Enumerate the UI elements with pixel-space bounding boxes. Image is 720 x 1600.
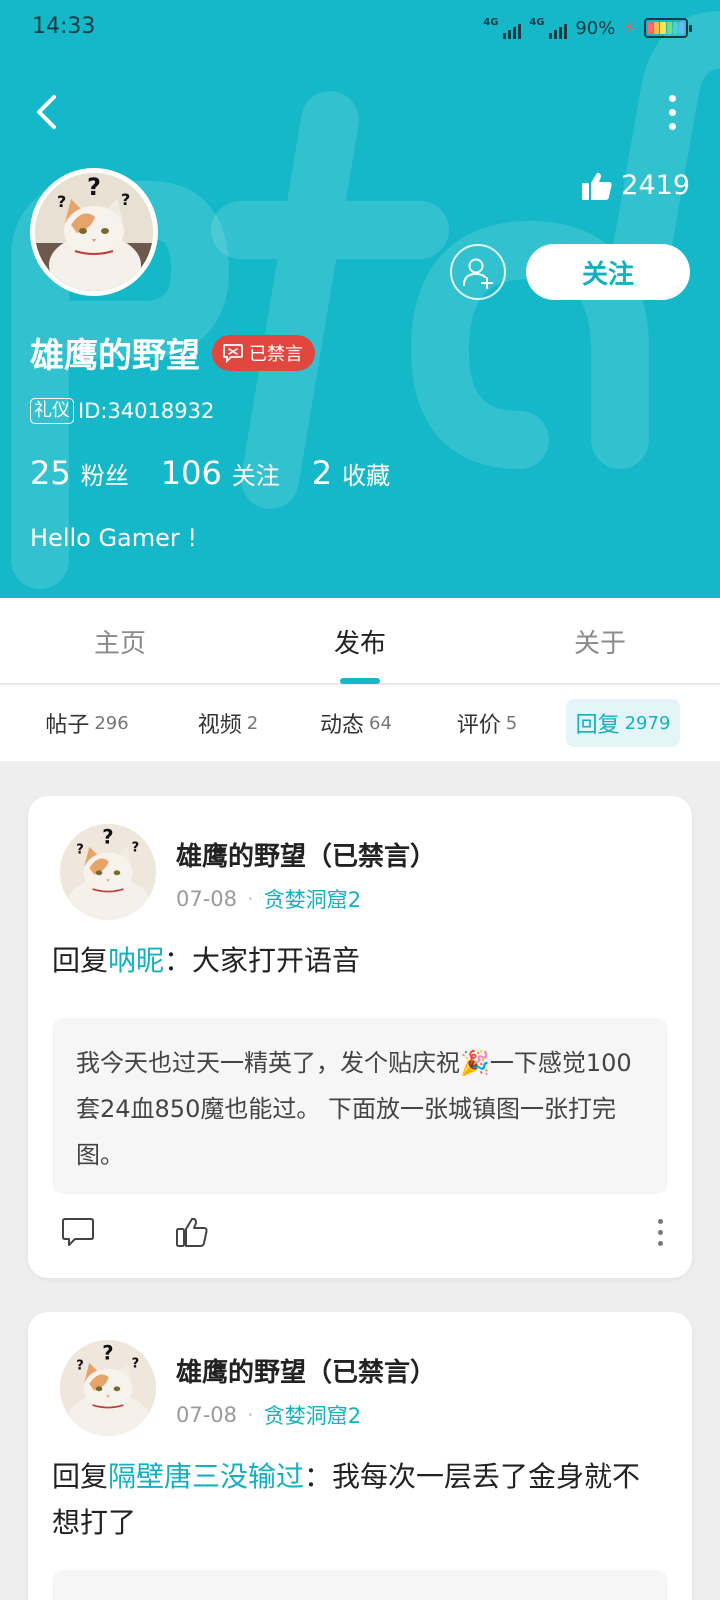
follow-button[interactable]: 关注	[526, 244, 690, 300]
signal-icon: 4G	[529, 17, 568, 39]
reply-text: 回复隔壁唐三没输过：我每次一层丢了金身就不想打了	[52, 1460, 641, 1539]
stat-following[interactable]: 106 关注	[161, 454, 280, 492]
avatar[interactable]: ? ? ?	[60, 1340, 156, 1436]
stat-favorites[interactable]: 2 收藏	[312, 454, 390, 492]
svg-text:?: ?	[132, 841, 140, 856]
quoted-post[interactable]	[52, 1570, 668, 1600]
comment-icon	[62, 1218, 94, 1246]
back-button[interactable]	[26, 88, 66, 136]
status-time: 14:33	[32, 14, 96, 39]
meta-separator: ·	[247, 887, 254, 911]
charging-icon: ⚡	[623, 17, 636, 39]
post-meta: 07-08 · 贪婪洞窟2	[176, 1400, 361, 1430]
battery-percent: 90%	[575, 17, 616, 39]
card-actions	[28, 1204, 692, 1260]
stat-fans[interactable]: 25 粉丝	[30, 454, 129, 492]
svg-text:?: ?	[121, 190, 130, 209]
likes-counter: 2419	[581, 170, 690, 201]
add-user-icon	[463, 258, 493, 289]
post-meta: 07-08 · 贪婪洞窟2	[176, 884, 361, 914]
main-tabs: 主页 发布 关于	[0, 598, 720, 684]
like-button[interactable]	[172, 1212, 212, 1252]
post-date: 07-08	[176, 887, 238, 911]
subtab-videos[interactable]: 视频 2	[178, 699, 278, 747]
cat-avatar-icon: ? ? ?	[60, 1340, 156, 1436]
reply-text: 回复呐昵：大家打开语音	[52, 944, 361, 977]
battery-icon	[644, 18, 692, 38]
muted-icon	[223, 343, 243, 363]
tab-home[interactable]: 主页	[40, 598, 200, 684]
comment-button[interactable]	[58, 1212, 98, 1252]
avatar[interactable]: ? ? ?	[60, 824, 156, 920]
mention-link[interactable]: 隔壁唐三没输过	[108, 1460, 304, 1493]
reply-card[interactable]: ? ? ? 雄鹰的野望（已禁言） 07-08 · 贪婪洞窟2 回复呐昵：大家打开…	[28, 796, 692, 1278]
user-name: 雄鹰的野望	[30, 336, 200, 376]
subtab-threads[interactable]: 帖子 296	[30, 699, 144, 747]
chevron-left-icon	[37, 95, 56, 129]
banned-label: 已禁言	[249, 343, 303, 365]
post-group-link[interactable]: 贪婪洞窟2	[264, 884, 361, 914]
tab-posts[interactable]: 发布	[280, 598, 440, 684]
subtab-reviews[interactable]: 评价 5	[442, 699, 532, 747]
banned-badge: 已禁言	[212, 334, 315, 371]
reply-card[interactable]: ? ? ? 雄鹰的野望（已禁言） 07-08 · 贪婪洞窟2 回复隔壁唐三没输过…	[28, 1312, 692, 1600]
profile-header: 14:33 4G 4G 90% ⚡ ? ? ? 2419 关注 雄鹰的野望 已禁…	[0, 0, 720, 598]
post-date: 07-08	[176, 1403, 238, 1427]
user-id: ID:34018932	[78, 399, 215, 423]
likes-count: 2419	[621, 170, 690, 201]
sub-tabs: 帖子 296 视频 2 动态 64 评价 5 回复 2979	[0, 685, 720, 761]
thumbs-up-icon	[176, 1217, 208, 1247]
svg-text:?: ?	[87, 173, 101, 201]
status-icons: 4G 4G 90% ⚡	[483, 16, 692, 40]
more-options-button[interactable]	[662, 92, 682, 132]
post-more-button[interactable]	[650, 1214, 670, 1250]
quoted-post[interactable]: 我今天也过天一精英了，发个贴庆祝🎉一下感觉100套24血850魔也能过。 下面放…	[52, 1018, 668, 1194]
user-id-row: 礼仪 ID:34018932	[30, 398, 214, 424]
user-bio: Hello Gamer !	[30, 524, 198, 552]
subtab-moments[interactable]: 动态 64	[306, 699, 406, 747]
post-author[interactable]: 雄鹰的野望（已禁言）	[176, 1352, 436, 1389]
cat-avatar-icon: ? ? ?	[35, 173, 153, 291]
etiquette-tag[interactable]: 礼仪	[30, 398, 74, 424]
svg-text:?: ?	[132, 1357, 140, 1372]
add-friend-button[interactable]	[450, 244, 506, 300]
subtab-replies[interactable]: 回复 2979	[566, 699, 680, 747]
svg-text:?: ?	[102, 1342, 113, 1365]
tab-about[interactable]: 关于	[520, 598, 680, 684]
meta-separator: ·	[247, 1403, 254, 1427]
svg-text:?: ?	[76, 1358, 84, 1373]
cat-avatar-icon: ? ? ?	[60, 824, 156, 920]
mention-link[interactable]: 呐昵	[108, 944, 164, 977]
active-tab-indicator	[340, 678, 380, 684]
svg-text:?: ?	[76, 842, 84, 857]
post-author[interactable]: 雄鹰的野望（已禁言）	[176, 836, 436, 873]
user-name-row: 雄鹰的野望 已禁言	[30, 328, 315, 377]
thumbs-up-icon	[582, 172, 612, 200]
stats-row: 25 粉丝 106 关注 2 收藏	[30, 454, 422, 492]
svg-text:?: ?	[102, 826, 113, 849]
avatar[interactable]: ? ? ?	[30, 168, 158, 296]
signal-icon: 4G	[483, 17, 522, 39]
status-bar: 14:33 4G 4G 90% ⚡	[0, 0, 720, 56]
post-group-link[interactable]: 贪婪洞窟2	[264, 1400, 361, 1430]
svg-text:?: ?	[57, 192, 66, 211]
